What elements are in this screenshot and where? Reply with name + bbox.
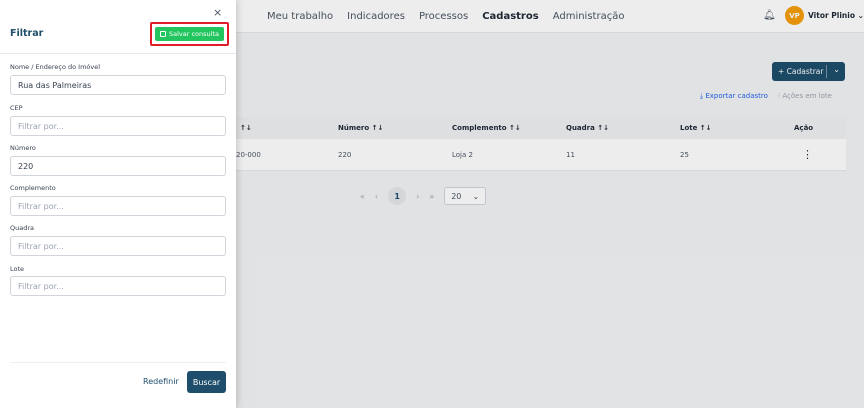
backdrop-overlay[interactable] <box>236 0 864 408</box>
field-label-complemento: Complemento <box>10 184 56 192</box>
lote-input[interactable]: Filtrar por... <box>10 276 226 296</box>
field-label-endereco: Nome / Endereço do Imóvel <box>10 63 101 71</box>
save-query-label: Salvar consulta <box>169 30 219 38</box>
highlight-box: Salvar consulta <box>150 22 229 46</box>
field-label-quadra: Quadra <box>10 224 35 232</box>
filter-panel: × Filtrar Salvar consulta Nome / Endereç… <box>0 0 236 408</box>
field-label-cep: CEP <box>10 104 23 112</box>
save-icon <box>160 31 166 37</box>
complemento-input[interactable]: Filtrar por... <box>10 196 226 216</box>
divider <box>0 53 236 54</box>
search-button[interactable]: Buscar <box>187 371 226 393</box>
divider <box>10 362 226 363</box>
endereco-input[interactable]: Rua das Palmeiras <box>10 75 226 95</box>
close-icon[interactable]: × <box>213 6 222 19</box>
quadra-input[interactable]: Filtrar por... <box>10 236 226 256</box>
panel-title: Filtrar <box>10 28 44 39</box>
reset-button[interactable]: Redefinir <box>143 377 179 386</box>
cep-input[interactable]: Filtrar por... <box>10 116 226 136</box>
field-label-numero: Número <box>10 144 36 152</box>
field-label-lote: Lote <box>10 265 25 273</box>
save-query-button[interactable]: Salvar consulta <box>155 27 224 41</box>
numero-input[interactable]: 220 <box>10 156 226 176</box>
